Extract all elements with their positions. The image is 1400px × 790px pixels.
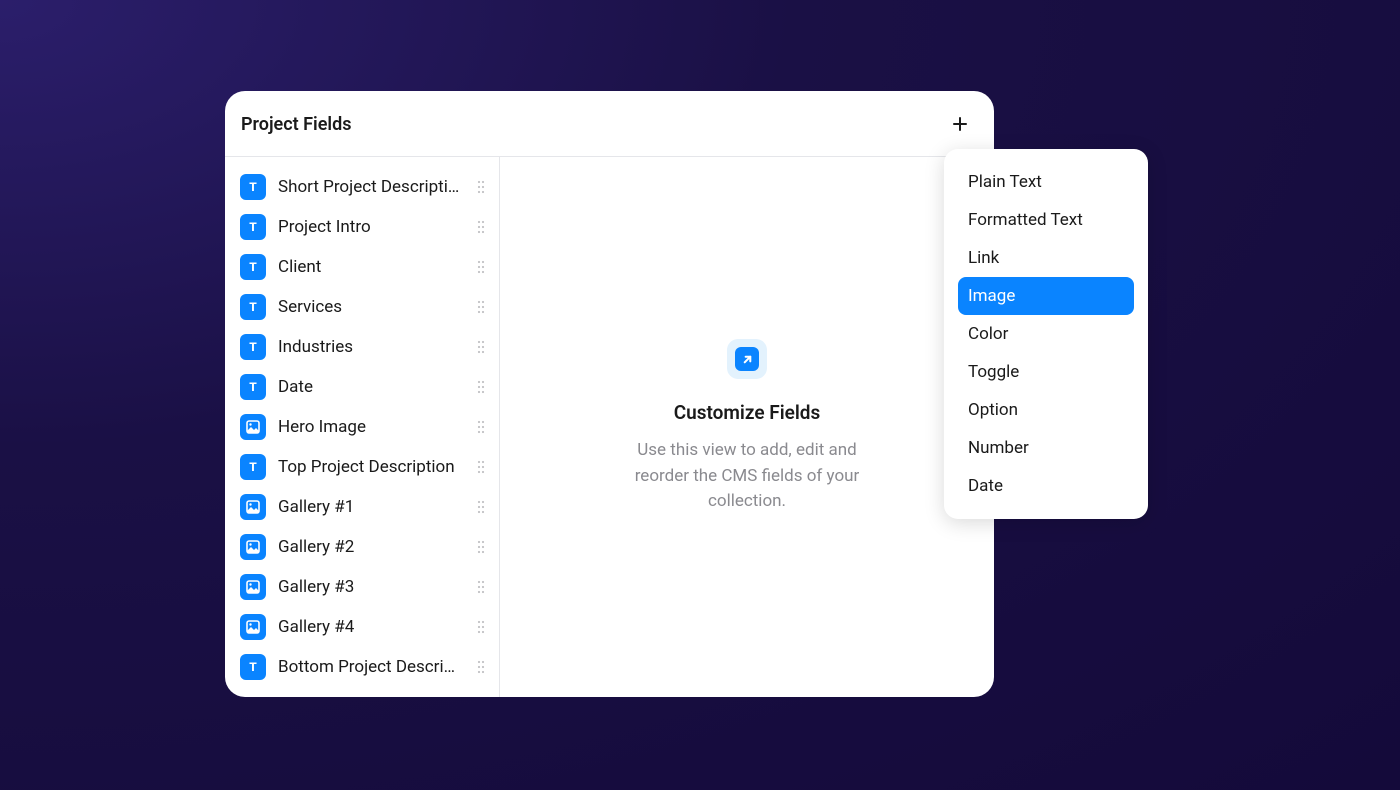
field-item[interactable]: T Bottom Project Description xyxy=(225,647,499,687)
field-label: Gallery #1 xyxy=(278,497,463,517)
drag-handle-icon[interactable] xyxy=(475,339,487,355)
content-title: Customize Fields xyxy=(674,401,821,424)
text-icon: T xyxy=(240,654,266,680)
field-type-option[interactable]: Link xyxy=(958,239,1134,277)
field-type-option[interactable]: Option xyxy=(958,391,1134,429)
drag-handle-icon[interactable] xyxy=(475,299,487,315)
field-item[interactable]: T Client xyxy=(225,247,499,287)
field-item[interactable]: T Services xyxy=(225,287,499,327)
panel-body: T Short Project Description T Project Intro… xyxy=(225,157,994,697)
field-item[interactable]: T Industries xyxy=(225,327,499,367)
field-item[interactable]: Gallery #1 xyxy=(225,487,499,527)
drag-handle-icon[interactable] xyxy=(475,179,487,195)
project-fields-panel: Project Fields T Short Project Descriptio… xyxy=(225,91,994,697)
drag-handle-icon[interactable] xyxy=(475,499,487,515)
text-icon: T xyxy=(240,174,266,200)
text-icon: T xyxy=(240,214,266,240)
arrow-out-icon xyxy=(735,347,759,371)
field-type-option[interactable]: Toggle xyxy=(958,353,1134,391)
image-icon xyxy=(240,534,266,560)
drag-handle-icon[interactable] xyxy=(475,259,487,275)
panel-title: Project Fields xyxy=(241,114,351,135)
field-label: Gallery #3 xyxy=(278,577,463,597)
field-item[interactable]: Gallery #3 xyxy=(225,567,499,607)
drag-handle-icon[interactable] xyxy=(475,459,487,475)
text-icon: T xyxy=(240,334,266,360)
field-item[interactable]: Gallery #4 xyxy=(225,607,499,647)
field-label: Client xyxy=(278,257,463,277)
field-type-option[interactable]: Color xyxy=(958,315,1134,353)
drag-handle-icon[interactable] xyxy=(475,539,487,555)
field-type-option[interactable]: Number xyxy=(958,429,1134,467)
field-label: Gallery #4 xyxy=(278,617,463,637)
drag-handle-icon[interactable] xyxy=(475,579,487,595)
field-label: Gallery #2 xyxy=(278,537,463,557)
image-icon xyxy=(240,494,266,520)
field-label: Industries xyxy=(278,337,463,357)
field-label: Short Project Description xyxy=(278,177,463,197)
drag-handle-icon[interactable] xyxy=(475,219,487,235)
field-label: Top Project Description xyxy=(278,457,463,477)
field-label: Project Intro xyxy=(278,217,463,237)
image-icon xyxy=(240,414,266,440)
field-item[interactable]: T Date xyxy=(225,367,499,407)
field-label: Hero Image xyxy=(278,417,463,437)
field-item[interactable]: Gallery #2 xyxy=(225,527,499,567)
drag-handle-icon[interactable] xyxy=(475,379,487,395)
field-type-option[interactable]: Plain Text xyxy=(958,163,1134,201)
panel-header: Project Fields xyxy=(225,91,994,157)
image-icon xyxy=(240,574,266,600)
content-description: Use this view to add, edit and reorder t… xyxy=(627,438,867,515)
field-item[interactable]: T Short Project Description xyxy=(225,167,499,207)
image-icon xyxy=(240,614,266,640)
field-type-option[interactable]: Date xyxy=(958,467,1134,505)
field-type-option[interactable]: Image xyxy=(958,277,1134,315)
content-pane: Customize Fields Use this view to add, e… xyxy=(500,157,994,697)
text-icon: T xyxy=(240,294,266,320)
add-field-button[interactable] xyxy=(946,110,974,138)
field-label: Bottom Project Description xyxy=(278,657,463,677)
drag-handle-icon[interactable] xyxy=(475,419,487,435)
field-item[interactable]: T Top Project Description xyxy=(225,447,499,487)
field-type-popover: Plain TextFormatted TextLinkImageColorTo… xyxy=(944,149,1148,519)
field-label: Date xyxy=(278,377,463,397)
field-type-option[interactable]: Formatted Text xyxy=(958,201,1134,239)
hero-icon-container xyxy=(727,339,767,379)
text-icon: T xyxy=(240,254,266,280)
plus-icon xyxy=(952,116,968,132)
field-item[interactable]: T Project Intro xyxy=(225,207,499,247)
field-label: Services xyxy=(278,297,463,317)
drag-handle-icon[interactable] xyxy=(475,619,487,635)
field-list: T Short Project Description T Project Intro… xyxy=(225,157,500,697)
text-icon: T xyxy=(240,454,266,480)
field-item[interactable]: Hero Image xyxy=(225,407,499,447)
drag-handle-icon[interactable] xyxy=(475,659,487,675)
text-icon: T xyxy=(240,374,266,400)
